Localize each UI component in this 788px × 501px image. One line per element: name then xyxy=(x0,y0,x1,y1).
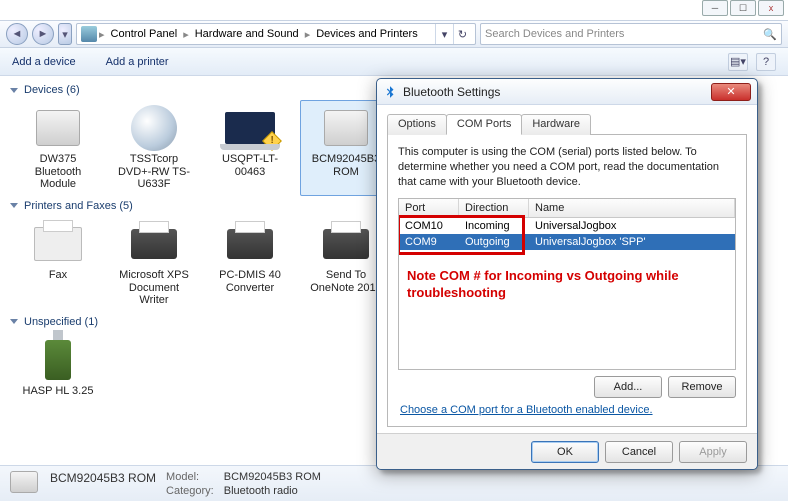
bluetooth-radio-icon xyxy=(324,110,368,146)
search-placeholder: Search Devices and Printers xyxy=(485,28,624,40)
collapse-icon xyxy=(10,88,18,93)
details-name: BCM92045B3 ROM xyxy=(50,471,156,485)
dialog-title: Bluetooth Settings xyxy=(403,85,500,99)
collapse-icon xyxy=(10,203,18,208)
printer-label: PC-DMIS 40 Converter xyxy=(209,269,291,294)
device-item[interactable]: TSSTcorp DVD+-RW TS-U633F xyxy=(108,100,200,196)
add-port-button[interactable]: Add... xyxy=(594,376,662,398)
warning-shield-icon xyxy=(262,131,282,151)
details-model-key: Model: xyxy=(166,471,214,485)
chevron-right-icon: ▸ xyxy=(99,28,105,41)
col-direction[interactable]: Direction xyxy=(459,199,529,217)
device-label: TSSTcorp DVD+-RW TS-U633F xyxy=(113,153,195,191)
device-label: BCM92045B3 ROM xyxy=(305,153,387,178)
ok-button[interactable]: OK xyxy=(531,441,599,463)
annotation-text: Note COM # for Incoming vs Outgoing whil… xyxy=(407,267,725,302)
maximize-button[interactable]: ☐ xyxy=(730,0,756,16)
section-title: Printers and Faxes (5) xyxy=(24,200,133,212)
location-icon xyxy=(81,26,97,42)
history-dropdown[interactable]: ▾ xyxy=(58,23,72,45)
details-category-key: Category: xyxy=(166,485,214,497)
printer-label: Microsoft XPS Document Writer xyxy=(113,269,195,307)
device-item[interactable]: DW375 Bluetooth Module xyxy=(12,100,104,196)
printer-icon xyxy=(227,229,273,259)
fax-icon xyxy=(34,227,82,261)
section-title: Unspecified (1) xyxy=(24,316,98,328)
device-label: DW375 Bluetooth Module xyxy=(17,153,99,191)
printer-item[interactable]: PC-DMIS 40 Converter xyxy=(204,216,296,312)
printer-icon xyxy=(323,229,369,259)
details-model-value: BCM92045B3 ROM xyxy=(224,471,321,485)
search-icon: 🔍 xyxy=(763,28,777,41)
bluetooth-icon xyxy=(383,85,397,99)
tab-hardware[interactable]: Hardware xyxy=(521,114,591,135)
bluetooth-module-icon xyxy=(36,110,80,146)
col-port[interactable]: Port xyxy=(399,199,459,217)
close-button[interactable]: x xyxy=(758,0,784,16)
cell-port: COM9 xyxy=(399,234,459,250)
usb-dongle-icon xyxy=(45,340,71,380)
command-bar: Add a device Add a printer ▤▾ ? xyxy=(0,48,788,76)
dialog-close-button[interactable]: ✕ xyxy=(711,83,751,101)
collapse-icon xyxy=(10,319,18,324)
chevron-right-icon: ▸ xyxy=(183,28,189,41)
table-row-selected[interactable]: COM9 Outgoing UniversalJogbox 'SPP' xyxy=(399,234,735,250)
tab-com-ports[interactable]: COM Ports xyxy=(446,114,522,135)
add-device-button[interactable]: Add a device xyxy=(12,56,76,68)
unspecified-label: HASP HL 3.25 xyxy=(23,385,94,398)
dialog-titlebar[interactable]: Bluetooth Settings ✕ xyxy=(377,79,757,105)
breadcrumb-segment[interactable]: Devices and Printers xyxy=(312,28,422,40)
printer-label: Send To OneNote 2010 xyxy=(305,269,387,294)
tab-panel-com-ports: This computer is using the COM (serial) … xyxy=(387,135,747,427)
view-options-button[interactable]: ▤▾ xyxy=(728,53,748,71)
section-title: Devices (6) xyxy=(24,84,80,96)
table-row[interactable]: COM10 Incoming UniversalJogbox xyxy=(399,218,735,234)
cell-name: UniversalJogbox xyxy=(529,218,735,234)
remove-port-button[interactable]: Remove xyxy=(668,376,736,398)
unspecified-item[interactable]: HASP HL 3.25 xyxy=(12,332,104,403)
minimize-button[interactable]: ─ xyxy=(702,0,728,16)
device-item[interactable]: USQPT-LT-00463 xyxy=(204,100,296,196)
dialog-tabs: Options COM Ports Hardware xyxy=(387,113,747,135)
printer-item[interactable]: Microsoft XPS Document Writer xyxy=(108,216,200,312)
dialog-footer: OK Cancel Apply xyxy=(377,433,757,469)
apply-button[interactable]: Apply xyxy=(679,441,747,463)
table-header: Port Direction Name xyxy=(399,199,735,218)
optical-drive-icon xyxy=(131,105,177,151)
device-thumb-icon xyxy=(10,471,38,493)
printer-icon xyxy=(131,229,177,259)
cell-port: COM10 xyxy=(399,218,459,234)
com-ports-description: This computer is using the COM (serial) … xyxy=(398,145,736,190)
search-input[interactable]: Search Devices and Printers 🔍 xyxy=(480,23,782,45)
back-button[interactable]: ◄ xyxy=(6,23,28,45)
refresh-button[interactable]: ↻ xyxy=(453,24,471,44)
forward-button[interactable]: ► xyxy=(32,23,54,45)
cancel-button[interactable]: Cancel xyxy=(605,441,673,463)
computer-icon xyxy=(225,112,275,144)
details-category-value: Bluetooth radio xyxy=(224,485,321,497)
add-printer-button[interactable]: Add a printer xyxy=(106,56,169,68)
cell-name: UniversalJogbox 'SPP' xyxy=(529,234,735,250)
chevron-right-icon: ▸ xyxy=(305,28,311,41)
address-bar: ◄ ► ▾ ▸ Control Panel ▸ Hardware and Sou… xyxy=(0,20,788,48)
breadcrumb[interactable]: ▸ Control Panel ▸ Hardware and Sound ▸ D… xyxy=(76,23,476,45)
cell-direction: Outgoing xyxy=(459,234,529,250)
device-label: USQPT-LT-00463 xyxy=(209,153,291,178)
col-name[interactable]: Name xyxy=(529,199,735,217)
help-button[interactable]: ? xyxy=(756,53,776,71)
bluetooth-settings-dialog: Bluetooth Settings ✕ Options COM Ports H… xyxy=(376,78,758,470)
breadcrumb-segment[interactable]: Hardware and Sound xyxy=(191,28,303,40)
window-controls: ─ ☐ x xyxy=(702,0,788,18)
com-ports-table[interactable]: Port Direction Name COM10 Incoming Unive… xyxy=(398,198,736,370)
printer-item[interactable]: Fax xyxy=(12,216,104,312)
printer-label: Fax xyxy=(49,269,67,282)
tab-options[interactable]: Options xyxy=(387,114,447,135)
breadcrumb-dropdown[interactable]: ▾ xyxy=(435,24,453,44)
choose-com-port-link[interactable]: Choose a COM port for a Bluetooth enable… xyxy=(398,398,736,418)
breadcrumb-segment[interactable]: Control Panel xyxy=(107,28,182,40)
cell-direction: Incoming xyxy=(459,218,529,234)
